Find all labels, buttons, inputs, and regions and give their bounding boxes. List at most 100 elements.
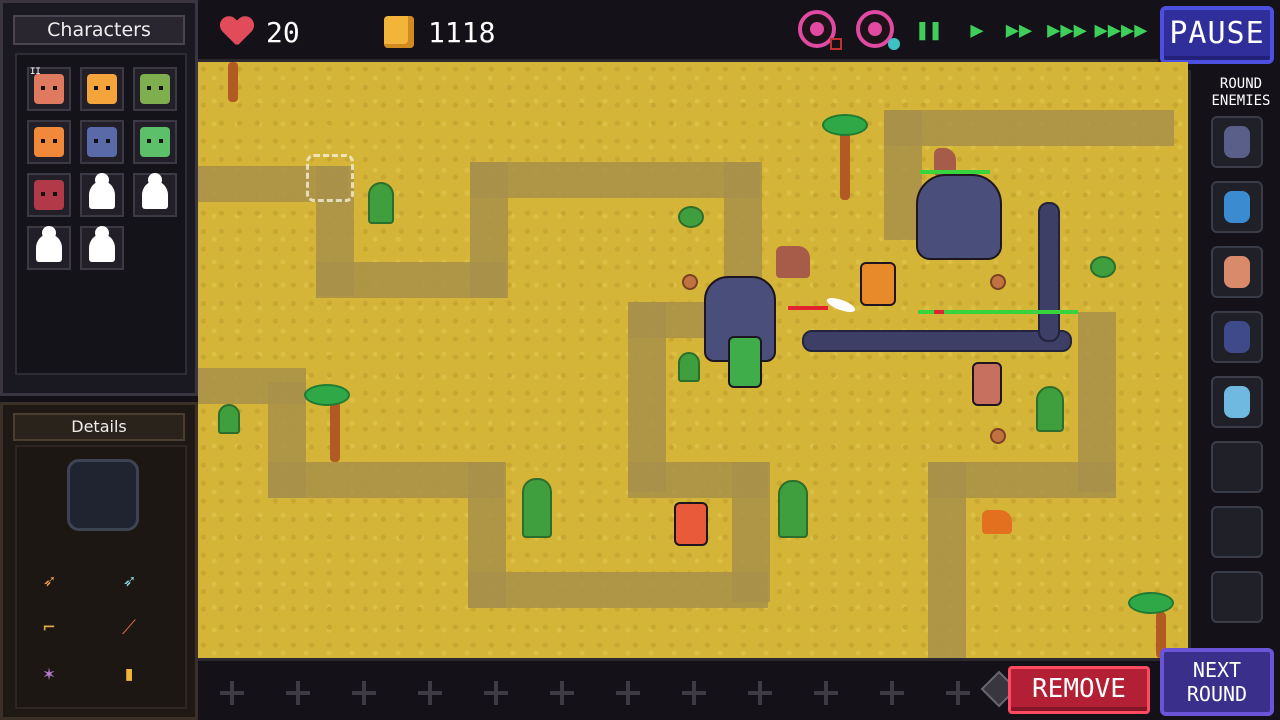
enemy-slot-blue-beetle[interactable] <box>1211 181 1263 233</box>
character-portrait-icon <box>87 74 117 104</box>
next-round-label-line2: ROUND <box>1186 682 1248 706</box>
character-slot-bearded-hero[interactable]: II <box>27 67 71 111</box>
flowering-cactus-icon <box>1090 256 1116 278</box>
character-portrait-icon <box>34 74 64 104</box>
enemy-slot-winged-bug[interactable] <box>1211 376 1263 428</box>
palm-tree-icon <box>330 402 340 462</box>
waypoint-marker-icon <box>990 428 1006 444</box>
fast-forward-button[interactable]: ▶▶ <box>1004 12 1034 48</box>
round-enemies-title: ROUND ENEMIES <box>1199 76 1280 110</box>
next-round-button[interactable]: NEXT ROUND <box>1160 648 1274 716</box>
selected-portrait-frame <box>67 459 139 531</box>
coins-icon[interactable]: ▮ <box>115 659 143 687</box>
character-portrait-icon <box>140 127 170 157</box>
waypoint-marker-icon <box>682 274 698 290</box>
enemy-health-bar <box>920 170 990 174</box>
character-level-badge: II <box>30 67 41 77</box>
empty-unit-slot-plus-icon[interactable] <box>220 681 244 705</box>
empty-unit-slot-plus-icon[interactable] <box>880 681 904 705</box>
dagger-icon[interactable]: ⟋ <box>115 613 143 641</box>
empty-unit-slot-plus-icon[interactable] <box>418 681 442 705</box>
character-slot-green-rogue[interactable] <box>133 67 177 111</box>
pause-button[interactable]: PAUSE <box>1160 6 1274 64</box>
locked-character-slot[interactable] <box>133 173 177 217</box>
remove-button[interactable]: REMOVE <box>1008 666 1150 714</box>
waypoint-marker-icon <box>990 274 1006 290</box>
locked-character-slot[interactable] <box>27 226 71 270</box>
empty-enemy-slot[interactable] <box>1211 441 1263 493</box>
enemy-damage-bar <box>788 306 828 310</box>
next-round-label-line1: NEXT <box>1192 658 1242 682</box>
locked-character-slot[interactable] <box>80 173 124 217</box>
empty-unit-slot-plus-icon[interactable] <box>352 681 376 705</box>
details-content: ➶ ➶ ⌐ ⟋ ✶ ▮ <box>15 445 187 709</box>
enemy-slot-armored-worm[interactable] <box>1211 116 1263 168</box>
placement-cursor[interactable] <box>306 154 354 202</box>
enemy-path-segment <box>470 162 760 198</box>
character-slot-dark-haired-girl[interactable] <box>27 173 71 217</box>
cactus-icon <box>218 404 240 434</box>
character-portrait-icon <box>140 74 170 104</box>
palm-leaves-icon <box>304 384 350 406</box>
characters-title: Characters <box>13 15 185 45</box>
lives-value: 20 <box>266 15 300 49</box>
locked-silhouette-icon <box>36 226 62 262</box>
giant-gargoyle-enemy[interactable] <box>916 174 1002 260</box>
details-panel: Details ➶ ➶ ⌐ ⟋ ✶ ▮ <box>0 402 198 720</box>
gold-value: 1118 <box>428 15 496 49</box>
locked-character-slot[interactable] <box>80 226 124 270</box>
bow-icon[interactable]: ➶ <box>35 567 63 595</box>
character-roster: II <box>15 53 187 375</box>
character-slot-green-elf[interactable] <box>133 120 177 164</box>
empty-unit-slot-plus-icon[interactable] <box>616 681 640 705</box>
boot-icon[interactable]: ⌐ <box>35 613 63 641</box>
enemy-path-segment <box>468 572 768 608</box>
character-grid: II <box>27 67 177 270</box>
empty-unit-slot-plus-icon[interactable] <box>946 681 970 705</box>
pause-speed-button[interactable]: ❚❚ <box>914 12 944 48</box>
palm-tree-icon <box>228 62 238 102</box>
enemy-path-segment <box>928 462 966 658</box>
enemy-column[interactable] <box>802 330 1072 352</box>
cactus-icon <box>678 352 700 382</box>
red-haired-hero[interactable] <box>674 502 708 546</box>
crossbow-icon[interactable]: ➶ <box>115 567 143 595</box>
empty-unit-slot-plus-icon[interactable] <box>484 681 508 705</box>
empty-unit-slot-plus-icon[interactable] <box>286 681 310 705</box>
empty-enemy-slot[interactable] <box>1211 506 1263 558</box>
enemy-path-segment <box>198 368 306 404</box>
empty-unit-slot-plus-icon[interactable] <box>550 681 574 705</box>
rogue-hero[interactable] <box>972 362 1002 406</box>
empty-unit-slot-plus-icon[interactable] <box>748 681 772 705</box>
locked-silhouette-icon <box>89 173 115 209</box>
empty-unit-slot-plus-icon[interactable] <box>814 681 838 705</box>
claw-icon[interactable]: ✶ <box>35 659 63 687</box>
character-portrait-icon <box>87 127 117 157</box>
palm-leaves-icon <box>822 114 868 136</box>
cactus-icon <box>1036 386 1064 432</box>
red-square-indicator-icon <box>830 38 842 50</box>
enemy-column[interactable] <box>1038 202 1060 342</box>
round-enemies-panel: ROUND ENEMIES <box>1188 70 1280 648</box>
green-archer-hero[interactable] <box>728 336 762 388</box>
character-slot-blue-wizard[interactable] <box>80 120 124 164</box>
play-speed-button[interactable]: ▶ <box>964 12 990 48</box>
character-slot-red-haired-girl[interactable] <box>27 120 71 164</box>
faster-forward-button[interactable]: ▶▶▶ <box>1047 12 1087 48</box>
empty-enemy-slot[interactable] <box>1211 571 1263 623</box>
palm-leaves-icon <box>1128 592 1174 614</box>
empty-unit-slot-plus-icon[interactable] <box>682 681 706 705</box>
enemy-slot-flesh-golem[interactable] <box>1211 246 1263 298</box>
round-enemies-title-line1: ROUND <box>1219 76 1263 92</box>
character-portrait-icon <box>34 127 64 157</box>
fastest-forward-button[interactable]: ▶▶▶▶ <box>1095 12 1148 48</box>
orange-knight-hero[interactable] <box>860 262 896 306</box>
gold-coins-icon <box>384 16 414 48</box>
winged-bug-icon <box>1224 386 1250 418</box>
armored-worm-icon <box>1224 126 1250 158</box>
game-map[interactable] <box>198 62 1188 658</box>
round-cactus-icon <box>678 206 704 228</box>
enemy-slot-dark-scorpion[interactable] <box>1211 311 1263 363</box>
lives-counter: 20 <box>220 12 300 52</box>
character-slot-orange-knight[interactable] <box>80 67 124 111</box>
